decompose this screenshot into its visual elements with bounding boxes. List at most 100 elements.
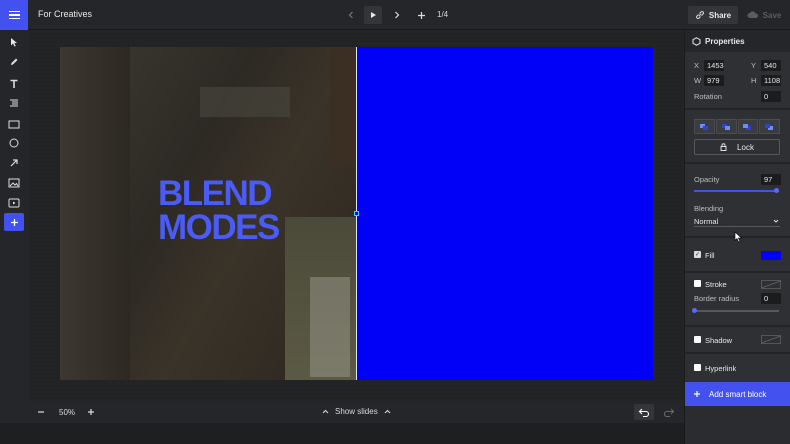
resize-handle[interactable] <box>354 211 359 216</box>
x-field[interactable]: 1453 <box>704 60 724 71</box>
lock-button[interactable]: Lock <box>694 139 780 155</box>
x-label: X <box>694 61 700 70</box>
send-backward-button[interactable] <box>715 119 737 134</box>
video-tool[interactable] <box>4 194 24 212</box>
menu-button[interactable] <box>0 0 28 30</box>
mouse-cursor-icon <box>734 231 743 243</box>
plus-icon <box>10 218 18 226</box>
chevron-up-icon <box>322 409 329 414</box>
transform-section: X 1453 Y 540 W 979 H 1108 Rotation 0 <box>685 52 790 108</box>
shadow-label: Shadow <box>705 336 733 345</box>
arrow-tool[interactable] <box>4 154 24 172</box>
shadow-section: Shadow <box>685 327 790 352</box>
plus-icon <box>694 391 700 397</box>
chevron-right-icon <box>395 11 400 19</box>
opacity-slider-fill <box>694 190 777 192</box>
arrow-icon <box>10 159 18 167</box>
layers-forward-icon <box>743 123 752 130</box>
play-button[interactable] <box>364 6 382 24</box>
document-title[interactable]: For Creatives <box>38 9 92 19</box>
pointer-icon <box>10 38 17 47</box>
list-tool[interactable] <box>4 94 24 112</box>
headline-line-1: BLEND <box>158 174 273 213</box>
link-icon <box>695 11 704 19</box>
show-slides-label: Show slides <box>335 407 378 416</box>
stroke-checkbox[interactable] <box>694 280 701 287</box>
w-label: W <box>694 76 702 85</box>
rotation-field[interactable]: 0 <box>761 91 781 102</box>
list-icon <box>10 99 18 107</box>
properties-header: Properties <box>685 30 790 52</box>
zoom-in-button[interactable] <box>83 405 99 419</box>
play-icon <box>371 12 376 18</box>
shadow-checkbox[interactable] <box>694 336 701 343</box>
cloud-icon <box>747 11 758 18</box>
hyperlink-checkbox[interactable] <box>694 364 701 371</box>
tool-sidebar <box>0 30 29 444</box>
border-radius-field[interactable]: 0 <box>761 293 781 304</box>
save-label: Save <box>762 10 782 20</box>
border-radius-label: Border radius <box>694 294 740 303</box>
undo-button[interactable] <box>634 404 654 420</box>
text-icon <box>10 79 18 88</box>
blending-value: Normal <box>694 217 719 226</box>
opacity-slider-knob[interactable] <box>773 188 779 193</box>
slide-headline[interactable]: BLEND MODES <box>158 174 280 245</box>
add-smart-block-button[interactable]: Add smart block <box>685 382 790 406</box>
rectangle-tool[interactable] <box>4 115 24 133</box>
border-radius-slider-track[interactable] <box>694 310 779 312</box>
chevron-left-icon <box>348 11 353 19</box>
undo-icon <box>638 408 650 417</box>
bring-to-front-button[interactable] <box>759 119 780 134</box>
image-tool[interactable] <box>4 174 24 192</box>
video-icon <box>8 198 20 208</box>
h-field[interactable]: 1108 <box>761 75 781 86</box>
plus-icon <box>417 11 425 19</box>
fill-color-swatch[interactable] <box>761 251 781 260</box>
stroke-section: Stroke Border radius 0 <box>685 273 790 325</box>
bring-forward-button[interactable] <box>737 119 759 134</box>
zoom-level: 50% <box>59 408 76 417</box>
opacity-label: Opacity <box>694 175 720 184</box>
hyperlink-label: Hyperlink <box>705 364 737 373</box>
hexagon-icon <box>692 36 701 46</box>
share-label: Share <box>708 10 732 20</box>
page-counter: 1/4 <box>437 10 449 19</box>
layers-backward-icon <box>721 123 730 130</box>
y-label: Y <box>751 61 757 70</box>
send-to-back-button[interactable] <box>694 119 715 134</box>
layers-back-icon <box>699 123 708 130</box>
shadow-swatch[interactable] <box>761 335 781 344</box>
border-radius-slider-knob[interactable] <box>692 308 697 313</box>
appearance-section: Opacity 97 Blending Normal <box>685 164 790 236</box>
blending-select[interactable]: Normal <box>694 215 780 227</box>
stroke-color-swatch[interactable] <box>761 280 781 289</box>
selected-color-block[interactable] <box>357 47 653 380</box>
previous-slide-button[interactable] <box>342 6 360 24</box>
circle-tool[interactable] <box>4 134 24 152</box>
save-button[interactable]: Save <box>744 6 784 24</box>
add-element-button[interactable] <box>4 213 24 231</box>
select-tool[interactable] <box>4 33 24 51</box>
footer-strip <box>0 423 790 444</box>
w-field[interactable]: 979 <box>704 75 724 86</box>
share-button[interactable]: Share <box>688 6 738 24</box>
text-tool[interactable] <box>4 75 24 93</box>
show-slides-toggle[interactable]: Show slides <box>322 407 391 416</box>
next-slide-button[interactable] <box>388 6 406 24</box>
zoom-out-button[interactable] <box>33 405 49 419</box>
redo-button[interactable] <box>659 404 679 420</box>
circle-icon <box>9 138 19 148</box>
h-label: H <box>751 76 757 85</box>
minus-icon <box>38 411 44 413</box>
add-slide-button[interactable] <box>412 6 430 24</box>
background-photo[interactable]: BLEND MODES <box>60 47 357 380</box>
lock-icon <box>720 143 727 151</box>
bottom-bar: 50% Show slides <box>29 401 684 423</box>
opacity-field[interactable]: 97 <box>761 174 781 185</box>
y-field[interactable]: 540 <box>761 60 781 71</box>
pen-tool[interactable] <box>4 53 24 71</box>
fill-checkbox[interactable]: ✓ <box>694 251 701 258</box>
plus-icon <box>88 409 94 415</box>
hamburger-icon <box>8 9 20 22</box>
